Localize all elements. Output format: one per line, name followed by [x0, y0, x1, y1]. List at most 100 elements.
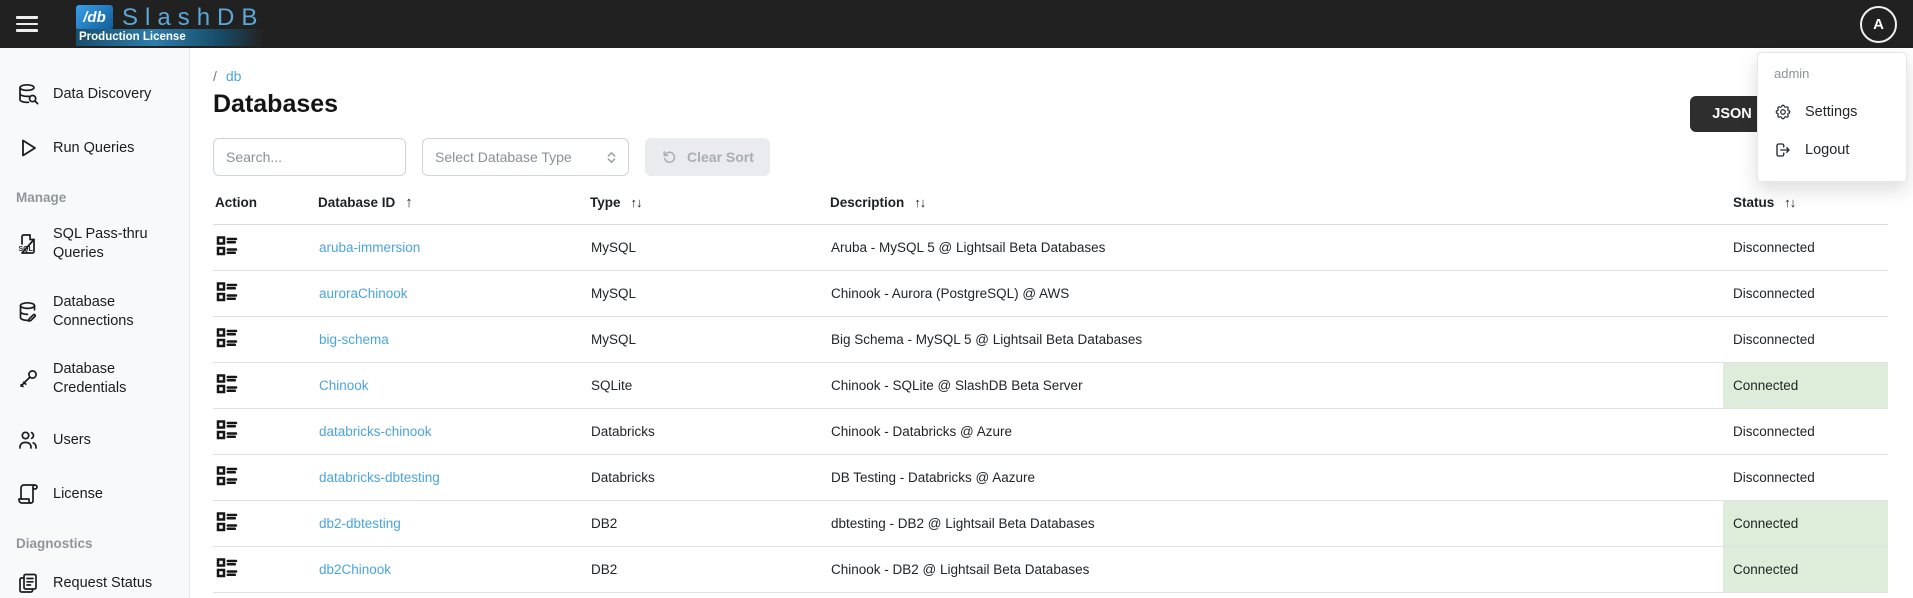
brand-name: SlashDB	[122, 6, 264, 30]
row-actions-button[interactable]	[215, 280, 239, 304]
clear-sort-button[interactable]: Clear Sort	[645, 138, 770, 176]
database-description-cell: Chinook - Aurora (PostgreSQL) @ AWS	[830, 271, 1723, 317]
database-description-cell: Chinook - DB2 @ Lightsail Beta Databases	[830, 547, 1723, 593]
row-actions-button[interactable]	[215, 372, 239, 396]
chevron-selector-icon	[604, 150, 619, 165]
menu-item-label: Logout	[1805, 142, 1849, 158]
database-description-cell: dbtesting - DB2 @ Lightsail Beta Databas…	[830, 501, 1723, 547]
select-placeholder: Select Database Type	[435, 149, 572, 165]
menu-item-label: Settings	[1805, 104, 1857, 120]
status-cell: Disconnected	[1723, 455, 1888, 501]
table-row: auroraChinook MySQLChinook - Aurora (Post…	[213, 271, 1888, 317]
top-bar: /db SlashDB Production License A	[0, 0, 1913, 48]
sidebar-item-request-status[interactable]: Request Status	[0, 571, 189, 595]
table-row: Chinook SQLiteChinook - SQLite @ SlashDB …	[213, 363, 1888, 409]
sidebar-item-database-connections[interactable]: Database Connections	[0, 293, 189, 331]
main-content: / db Databases Select Database Type Clear…	[190, 48, 1913, 598]
database-description-cell: Chinook - SQLite @ SlashDB Beta Server	[830, 363, 1723, 409]
column-label: Description	[830, 195, 904, 210]
sidebar-item-label: Run Queries	[53, 139, 134, 158]
breadcrumb-separator: /	[213, 68, 217, 84]
table-row: big-schemaMySQLBig Schema - MySQL 5 @ Li…	[213, 317, 1888, 363]
database-id-link[interactable]: databricks-chinook	[319, 424, 432, 439]
database-id-link[interactable]: databricks-dbtesting	[319, 470, 440, 485]
sidebar-item-label: Database Connections	[53, 293, 173, 331]
database-id-link[interactable]: db2Chinook	[319, 562, 391, 577]
database-search-icon	[16, 82, 40, 106]
sidebar-section-label: Manage	[0, 190, 189, 205]
slashdb-logo-icon: /db	[76, 5, 113, 30]
column-header-database-id[interactable]: Database ID ↑	[318, 186, 590, 225]
status-cell: Connected	[1723, 547, 1888, 593]
status-cell: Disconnected	[1723, 225, 1888, 271]
filter-bar: Select Database Type Clear Sort	[213, 138, 770, 176]
menu-toggle-button[interactable]	[2, 0, 52, 48]
database-type-cell: MySQL	[590, 271, 830, 317]
sort-icon: ↑↓	[631, 195, 642, 210]
column-header-status[interactable]: Status↑↓	[1723, 186, 1888, 225]
menu-item-settings[interactable]: Settings	[1758, 93, 1906, 131]
database-description-cell: Aruba - MySQL 5 @ Lightsail Beta Databas…	[830, 225, 1723, 271]
databases-table: Action Database ID ↑ Type ↑↓ Description ↑↓…	[213, 186, 1888, 593]
brand-logo: /db SlashDB Production License	[76, 0, 264, 48]
row-actions-button[interactable]	[215, 556, 239, 580]
row-actions-button[interactable]	[215, 234, 239, 258]
database-edit-icon	[16, 300, 40, 324]
column-header-type[interactable]: Type ↑↓	[590, 186, 830, 225]
database-type-cell: SQLite	[590, 363, 830, 409]
row-actions-button[interactable]	[215, 464, 239, 488]
sort-icon: ↑↓	[914, 195, 925, 210]
status-cell: Disconnected	[1723, 271, 1888, 317]
database-type-cell: DB2	[590, 501, 830, 547]
row-actions-button[interactable]	[215, 510, 239, 534]
user-dropdown-menu: admin Settings Logout	[1757, 52, 1907, 182]
menu-item-logout[interactable]: Logout	[1758, 131, 1906, 169]
sort-asc-icon: ↑	[405, 194, 413, 211]
sidebar-item-label: Data Discovery	[53, 85, 151, 104]
search-input[interactable]	[213, 138, 406, 176]
database-description-cell: Chinook - Databricks @ Azure	[830, 409, 1723, 455]
sidebar-item-license[interactable]: License	[0, 482, 189, 506]
breadcrumb-db-link[interactable]: db	[226, 68, 242, 84]
key-icon	[16, 367, 40, 391]
column-label: Database ID	[318, 195, 395, 210]
database-type-select[interactable]: Select Database Type	[422, 138, 629, 176]
sidebar-item-label: Request Status	[53, 574, 152, 593]
database-id-link[interactable]: Chinook	[319, 378, 369, 393]
page-title: Databases	[213, 90, 338, 119]
gear-icon	[1774, 103, 1792, 121]
sidebar-item-run-queries[interactable]: Run Queries	[0, 136, 189, 160]
database-description-cell: DB Testing - Databricks @ Aazure	[830, 455, 1723, 501]
database-id-link[interactable]: big-schema	[319, 332, 389, 347]
column-header-action[interactable]: Action	[213, 186, 318, 225]
database-type-cell: Databricks	[590, 455, 830, 501]
database-type-cell: MySQL	[590, 317, 830, 363]
status-cell: Connected	[1723, 363, 1888, 409]
sidebar-item-users[interactable]: Users	[0, 428, 189, 452]
user-avatar[interactable]: A	[1860, 6, 1897, 43]
logout-icon	[1774, 141, 1792, 159]
rotate-ccw-icon	[661, 149, 678, 166]
row-actions-button[interactable]	[215, 418, 239, 442]
database-id-link[interactable]: aruba-immersion	[319, 240, 420, 255]
row-actions-button[interactable]	[215, 326, 239, 350]
status-cell: Connected	[1723, 501, 1888, 547]
clear-sort-label: Clear Sort	[687, 149, 754, 165]
column-header-description[interactable]: Description ↑↓	[830, 186, 1723, 225]
license-badge: Production License	[76, 29, 262, 46]
table-row: databricks-chinookDatabricksChinook - Da…	[213, 409, 1888, 455]
status-cell: Disconnected	[1723, 317, 1888, 363]
sidebar-item-data-discovery[interactable]: Data Discovery	[0, 82, 189, 106]
sidebar-item-sql-pass-thru-queries[interactable]: SQLSQL Pass-thru Queries	[0, 225, 189, 263]
breadcrumb: / db	[213, 68, 241, 84]
license-icon	[16, 482, 40, 506]
sort-icon: ↑↓	[1784, 195, 1795, 210]
database-id-link[interactable]: db2-dbtesting	[319, 516, 401, 531]
database-id-link[interactable]: auroraChinook	[319, 286, 408, 301]
column-label: Type	[590, 195, 621, 210]
sql-file-icon: SQL	[16, 232, 40, 256]
database-type-cell: MySQL	[590, 225, 830, 271]
sidebar-item-database-credentials[interactable]: Database Credentials	[0, 360, 189, 398]
sidebar-item-label: License	[53, 485, 103, 504]
table-row: db2-dbtesting DB2dbtesting - DB2 @ Lights…	[213, 501, 1888, 547]
